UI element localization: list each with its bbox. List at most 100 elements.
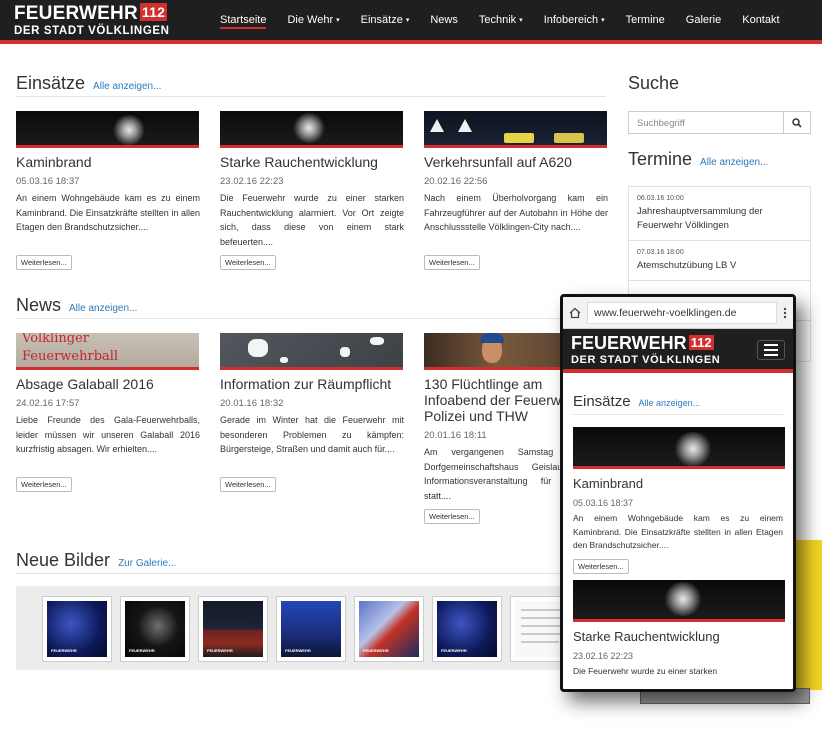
mobile-einsatz-card: Starke Rauchentwicklung 23.02.16 22:23 D… — [573, 579, 785, 679]
caret-down-icon: ▾ — [336, 17, 340, 24]
mobile-einsatz-image[interactable] — [573, 427, 785, 469]
logo-title: FEUERWEHR — [14, 3, 138, 24]
einsatz-card: Verkehrsunfall auf A620 20.02.16 22:56 N… — [424, 111, 608, 270]
card-title[interactable]: Kaminbrand — [16, 154, 200, 170]
einsatz-image[interactable] — [424, 111, 607, 148]
mobile-header: FEUERWEHR 112 DER STADT VÖLKLINGEN — [563, 329, 793, 373]
home-icon[interactable] — [569, 307, 581, 319]
mobile-url-bar: www.feuerwehr-voelklingen.de — [563, 297, 793, 329]
einsaetze-all-link[interactable]: Alle anzeigen... — [93, 81, 161, 92]
nav-kontakt[interactable]: Kontakt — [742, 0, 779, 40]
mobile-preview: www.feuerwehr-voelklingen.de FEUERWEHR 11… — [560, 294, 796, 692]
mobile-card-title[interactable]: Starke Rauchentwicklung — [573, 629, 783, 644]
termin-item[interactable]: 06.03.16 10:00 Jahreshauptversammlung de… — [629, 187, 810, 241]
mobile-einsaetze-heading: Einsätze Alle anzeigen... — [573, 373, 783, 415]
gallery-title: Neue Bilder — [16, 550, 111, 570]
mobile-einsatz-card: Kaminbrand 05.03.16 18:37 An einem Wohng… — [573, 427, 785, 574]
gallery-strip: FEUERWEHR FEUERWEHR FEUERWEHR FEUERWEHR … — [16, 586, 606, 670]
termin-date: 07.03.16 18:00 — [637, 249, 684, 256]
card-text: An einem Wohngebäude kam es zu einem Kam… — [16, 193, 200, 232]
gallery-thumb[interactable]: FEUERWEHR — [432, 596, 502, 662]
card-date: 24.02.16 17:57 — [16, 398, 80, 409]
einsaetze-title: Einsätze — [16, 73, 86, 93]
mobile-einsatz-image[interactable] — [573, 579, 785, 622]
mobile-card-title[interactable]: Kaminbrand — [573, 476, 783, 491]
nav-infobereich[interactable]: Infobereich ▾ — [544, 0, 605, 40]
card-title[interactable]: Verkehrsunfall auf A620 — [424, 154, 608, 170]
mobile-all-link[interactable]: Alle anzeigen... — [639, 398, 701, 408]
termin-title: Atemschutzübung LB V — [637, 260, 737, 271]
card-date: 20.01.16 18:32 — [220, 398, 284, 409]
nav-startseite[interactable]: Startseite — [220, 0, 267, 40]
news-image[interactable] — [220, 333, 403, 370]
gallery-thumb[interactable]: FEUERWEHR — [198, 596, 268, 662]
mobile-read-more-button[interactable]: Weiterlesen... — [573, 558, 629, 574]
read-more-button[interactable]: Weiterlesen... — [424, 509, 480, 524]
caret-down-icon: ▾ — [601, 17, 605, 24]
mobile-logo[interactable]: FEUERWEHR 112 DER STADT VÖLKLINGEN — [571, 334, 720, 367]
gallery-thumb[interactable]: FEUERWEHR — [120, 596, 190, 662]
termine-heading: Termine Alle anzeigen... — [628, 149, 811, 173]
einsatz-image[interactable] — [220, 111, 403, 148]
card-date: 20.02.16 22:56 — [424, 176, 488, 187]
termin-date: 06.03.16 10:00 — [637, 195, 684, 202]
search-heading: Suche — [628, 73, 811, 97]
nav-news[interactable]: News — [430, 0, 458, 40]
read-more-button[interactable]: Weiterlesen... — [424, 255, 480, 270]
read-more-button[interactable]: Weiterlesen... — [220, 477, 276, 492]
search-title: Suche — [628, 73, 680, 93]
card-date: 23.02.16 22:23 — [220, 176, 284, 187]
more-vert-icon[interactable] — [783, 307, 787, 319]
nav-galerie[interactable]: Galerie — [686, 0, 721, 40]
mobile-card-date: 05.03.16 18:37 — [573, 498, 634, 508]
einsaetze-heading: Einsätze Alle anzeigen... — [16, 73, 606, 97]
einsatz-image[interactable] — [16, 111, 199, 148]
card-text: Die Feuerwehr wurde zu einer starken Rau… — [220, 193, 404, 247]
caret-down-icon: ▾ — [405, 17, 410, 24]
mobile-card-text: Die Feuerwehr wurde zu einer starken — [573, 665, 718, 676]
gallery-link[interactable]: Zur Galerie... — [118, 558, 176, 569]
logo-subtitle: DER STADT VÖLKLINGEN — [14, 25, 170, 37]
nav-die-wehr[interactable]: Die Wehr ▾ — [287, 0, 339, 40]
mobile-card-text: An einem Wohngebäude kam es zu einem Kam… — [573, 513, 783, 550]
news-card: Völklinger Feuerwehrball Absage Galaball… — [16, 333, 200, 492]
search-icon — [792, 117, 802, 128]
termine-all-link[interactable]: Alle anzeigen... — [700, 157, 768, 168]
nav-technik[interactable]: Technik ▾ — [479, 0, 523, 40]
gallery-thumb[interactable]: FEUERWEHR — [276, 596, 346, 662]
card-date: 05.03.16 18:37 — [16, 176, 80, 187]
news-all-link[interactable]: Alle anzeigen... — [69, 303, 137, 314]
card-text: Gerade im Winter hat die Feuerwehr mit b… — [220, 415, 404, 454]
card-text: Liebe Freunde des Gala-Feuerwehrballs, l… — [16, 415, 200, 454]
read-more-button[interactable]: Weiterlesen... — [16, 477, 72, 492]
card-text: Nach einem Überholvorgang kam ein Fahrze… — [424, 193, 608, 232]
news-heading: News Alle anzeigen... — [16, 295, 606, 319]
gallery-heading: Neue Bilder Zur Galerie... — [16, 550, 606, 574]
nav-termine[interactable]: Termine — [626, 0, 665, 40]
einsatz-card: Kaminbrand 05.03.16 18:37 An einem Wohng… — [16, 111, 200, 270]
termin-item[interactable]: 07.03.16 18:00 Atemschutzübung LB V — [629, 241, 810, 281]
card-title[interactable]: Starke Rauchentwicklung — [220, 154, 404, 170]
gallery-thumb[interactable]: FEUERWEHR — [354, 596, 424, 662]
card-title[interactable]: Absage Galaball 2016 — [16, 376, 200, 392]
news-title: News — [16, 295, 62, 315]
mobile-content: Einsätze Alle anzeigen... Kaminbrand 05.… — [563, 373, 793, 678]
mobile-card-date: 23.02.16 22:23 — [573, 650, 634, 661]
einsatz-card: Starke Rauchentwicklung 23.02.16 22:23 D… — [220, 111, 404, 270]
card-title[interactable]: Information zur Räumpflicht — [220, 376, 404, 392]
news-image[interactable]: Völklinger Feuerwehrball — [16, 333, 199, 370]
mobile-url-field[interactable]: www.feuerwehr-voelklingen.de — [587, 301, 777, 324]
gallery-thumb[interactable]: FEUERWEHR — [42, 596, 112, 662]
main-nav: Startseite Die Wehr ▾ Einsätze ▾ News Tech… — [220, 0, 801, 40]
news-card: Information zur Räumpflicht 20.01.16 18:… — [220, 333, 404, 492]
read-more-button[interactable]: Weiterlesen... — [220, 255, 276, 270]
nav-einsaetze[interactable]: Einsätze ▾ — [361, 0, 410, 40]
termine-title: Termine — [628, 149, 693, 169]
search-button[interactable] — [784, 111, 811, 134]
read-more-button[interactable]: Weiterlesen... — [16, 255, 72, 270]
site-logo[interactable]: FEUERWEHR 112 DER STADT VÖLKLINGEN — [14, 3, 184, 40]
search-input[interactable]: Suchbegriff — [628, 111, 784, 134]
caret-down-icon: ▾ — [519, 17, 523, 24]
hamburger-menu-icon[interactable] — [757, 340, 785, 360]
top-navbar: FEUERWEHR 112 DER STADT VÖLKLINGEN Starts… — [0, 0, 822, 44]
